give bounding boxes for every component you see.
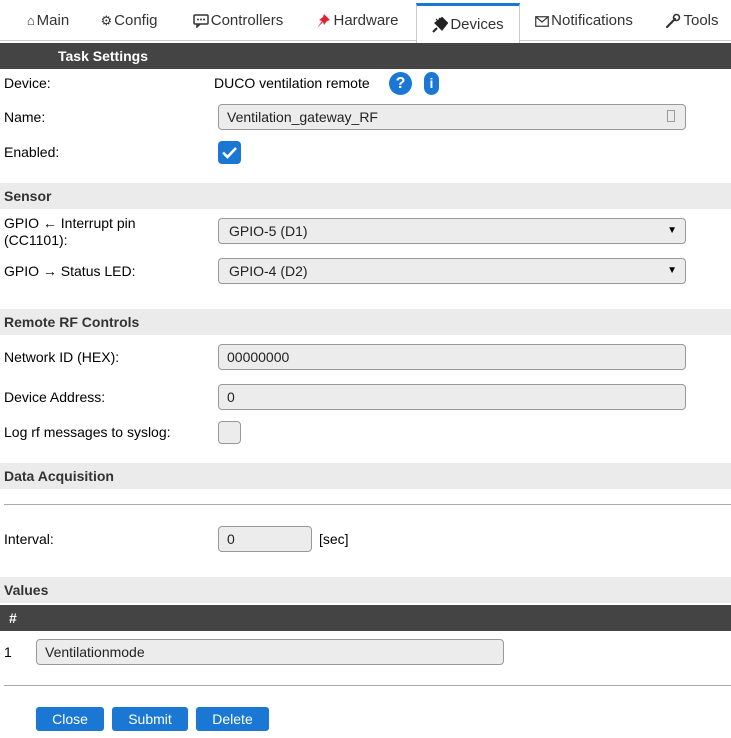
enabled-label: Enabled:: [4, 144, 60, 160]
plug-icon: [432, 16, 449, 33]
gpio-interrupt-value: GPIO-5 (D1): [229, 223, 308, 239]
task-settings-title: Task Settings: [58, 48, 148, 64]
mail-icon: [535, 15, 549, 27]
gpio-interrupt-label: GPIO ← Interrupt pin (CC1101):: [4, 215, 136, 249]
device-address-label: Device Address:: [4, 389, 106, 405]
values-table-header: #: [0, 605, 731, 631]
tab-tools[interactable]: Tools: [660, 2, 724, 40]
gpio-led-value: GPIO-4 (D2): [229, 263, 308, 279]
tab-label: Main: [36, 12, 70, 29]
tab-controllers[interactable]: Controllers: [184, 2, 292, 40]
interval-input[interactable]: 0: [218, 526, 312, 552]
tab-label: Config: [114, 12, 158, 29]
name-input[interactable]: Ventilation_gateway_RF: [218, 104, 686, 130]
rf-header: Remote RF Controls: [0, 309, 731, 335]
values-header: Values: [0, 577, 731, 603]
value-name: Ventilationmode: [45, 644, 145, 660]
wrench-icon: [665, 13, 681, 29]
device-address-value: 0: [227, 389, 235, 405]
device-address-input[interactable]: 0: [218, 384, 686, 410]
home-icon: ⌂: [26, 13, 35, 28]
info-icon[interactable]: i: [424, 72, 439, 95]
network-id-label: Network ID (HEX):: [4, 349, 120, 365]
device-label: Device:: [4, 75, 51, 91]
device-value: DUCO ventilation remote: [214, 75, 370, 91]
tab-main[interactable]: ⌂ Main: [18, 2, 78, 40]
tab-label: Tools: [683, 12, 719, 29]
close-button[interactable]: Close: [36, 707, 104, 731]
gpio-led-select[interactable]: GPIO-4 (D2): [218, 258, 686, 284]
log-rf-label: Log rf messages to syslog:: [4, 424, 171, 440]
submit-button[interactable]: Submit: [112, 707, 188, 731]
tab-hardware[interactable]: Hardware: [305, 2, 409, 40]
task-settings-header: Task Settings: [0, 43, 731, 69]
gpio-interrupt-label-line1: GPIO ← Interrupt pin: [4, 215, 136, 231]
tab-config[interactable]: ⚙ Config: [93, 2, 165, 40]
checkmark-icon: [222, 147, 237, 159]
tab-bar: ⌂ Main ⚙ Config Controllers Hardware Devic…: [0, 0, 731, 44]
name-value: Ventilation_gateway_RF: [227, 109, 378, 125]
interval-label: Interval:: [4, 531, 54, 547]
value-name-input[interactable]: Ventilationmode: [36, 639, 504, 665]
data-acquisition-header: Data Acquisition: [0, 463, 731, 489]
chat-icon: [192, 14, 209, 28]
divider: [4, 504, 731, 505]
gpio-interrupt-label-line2: (CC1101):: [4, 232, 68, 248]
column-hash: #: [9, 610, 17, 626]
tab-label: Controllers: [210, 12, 284, 29]
value-row-index: 1: [4, 644, 12, 660]
interval-unit: [sec]: [319, 531, 349, 547]
sensor-header: Sensor: [0, 183, 731, 209]
tab-notifications[interactable]: Notifications: [528, 2, 640, 40]
network-id-value: 00000000: [227, 349, 290, 365]
field-lock-icon: [667, 110, 675, 122]
gpio-led-label: GPIO → Status LED:: [4, 263, 136, 279]
interval-value: 0: [227, 531, 235, 547]
delete-button[interactable]: Delete: [196, 707, 269, 731]
tab-label: Notifications: [551, 12, 633, 29]
name-label: Name:: [4, 109, 46, 125]
tab-devices[interactable]: Devices: [416, 3, 520, 44]
log-rf-checkbox[interactable]: [218, 421, 241, 444]
enabled-checkbox[interactable]: [218, 141, 241, 164]
gpio-interrupt-select[interactable]: GPIO-5 (D1): [218, 218, 686, 244]
divider: [4, 685, 731, 686]
help-icon[interactable]: ?: [389, 72, 412, 95]
network-id-input[interactable]: 00000000: [218, 344, 686, 370]
tab-label: Hardware: [333, 12, 399, 29]
tab-label: Devices: [450, 15, 504, 33]
gear-icon: ⚙: [100, 13, 113, 28]
pin-icon: [315, 13, 331, 29]
